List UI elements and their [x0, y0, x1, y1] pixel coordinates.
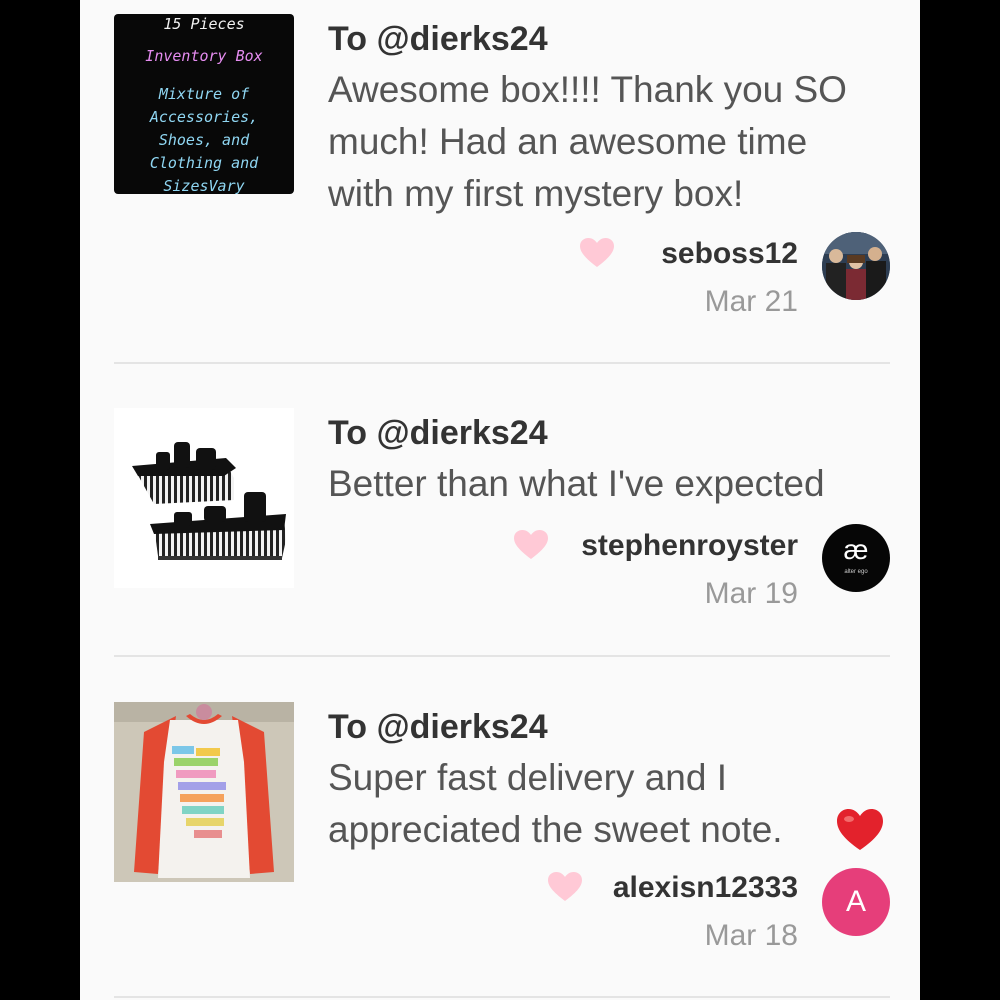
review-message: Better than what I've expected — [328, 463, 825, 504]
review-item: 15 Pieces Inventory Box Mixture of Acces… — [114, 14, 890, 318]
review-meta: stephenroyster Mar 19 — [438, 526, 798, 614]
thumbnail-caption: Shoes, and — [158, 131, 250, 149]
red-heart-emoji — [837, 809, 883, 850]
review-body: To @dierks24 Super fast delivery and I a… — [328, 702, 888, 862]
reviewer-username[interactable]: stephenroyster — [581, 529, 798, 562]
review-body: To @dierks24 Awesome box!!!! Thank you S… — [328, 14, 888, 224]
divider — [114, 362, 890, 364]
review-body: To @dierks24 Better than what I've expec… — [328, 408, 888, 518]
review-item: To @dierks24 Better than what I've expec… — [114, 408, 890, 618]
review-meta: seboss12 Mar 21 — [438, 234, 798, 322]
review-message: Super fast delivery and I appreciated th… — [328, 757, 783, 850]
review-recipient[interactable]: To @dierks24 — [328, 708, 548, 747]
listing-thumbnail[interactable] — [114, 702, 294, 882]
reviewer-avatar[interactable] — [822, 232, 890, 300]
thumbnail-caption: Clothing and — [149, 154, 259, 172]
thumbnail-caption: SizesVary — [163, 177, 245, 194]
review-recipient[interactable]: To @dierks24 — [328, 20, 548, 59]
review-meta: alexisn12333 Mar 18 — [438, 868, 798, 956]
review-item: To @dierks24 Super fast delivery and I a… — [114, 702, 890, 962]
listing-thumbnail[interactable]: 15 Pieces Inventory Box Mixture of Acces… — [114, 14, 294, 194]
reviewer-avatar[interactable]: A — [822, 868, 890, 936]
thumbnail-caption: 15 Pieces — [163, 15, 245, 33]
review-recipient[interactable]: To @dierks24 — [328, 414, 548, 453]
thumbnail-caption: Inventory Box — [145, 47, 263, 65]
review-date: Mar 19 — [704, 577, 798, 610]
listing-thumbnail[interactable] — [114, 408, 294, 588]
raglan-tshirt-photo — [114, 702, 294, 882]
avatar-logo-glyph: æ — [843, 534, 869, 565]
reviews-screen: 15 Pieces Inventory Box Mixture of Acces… — [80, 0, 920, 1000]
reviewer-username[interactable]: alexisn12333 — [613, 871, 798, 904]
reviewer-avatar[interactable]: æ alter ego — [822, 524, 890, 592]
divider — [114, 655, 890, 657]
avatar-photo — [822, 232, 890, 300]
heart-icon[interactable] — [514, 530, 548, 560]
divider — [114, 996, 890, 998]
wedge-sandals-photo — [132, 442, 286, 560]
heart-icon[interactable] — [580, 238, 614, 268]
heart-icon[interactable] — [548, 872, 582, 902]
reviewer-username[interactable]: seboss12 — [661, 237, 798, 270]
review-date: Mar 21 — [704, 285, 798, 318]
avatar-logo-caption: alter ego — [844, 569, 868, 575]
thumbnail-caption: Mixture of — [158, 85, 250, 103]
thumbnail-caption: Accessories, — [149, 108, 259, 126]
review-date: Mar 18 — [704, 919, 798, 952]
review-message: Awesome box!!!! Thank you SO much! Had a… — [328, 69, 847, 214]
